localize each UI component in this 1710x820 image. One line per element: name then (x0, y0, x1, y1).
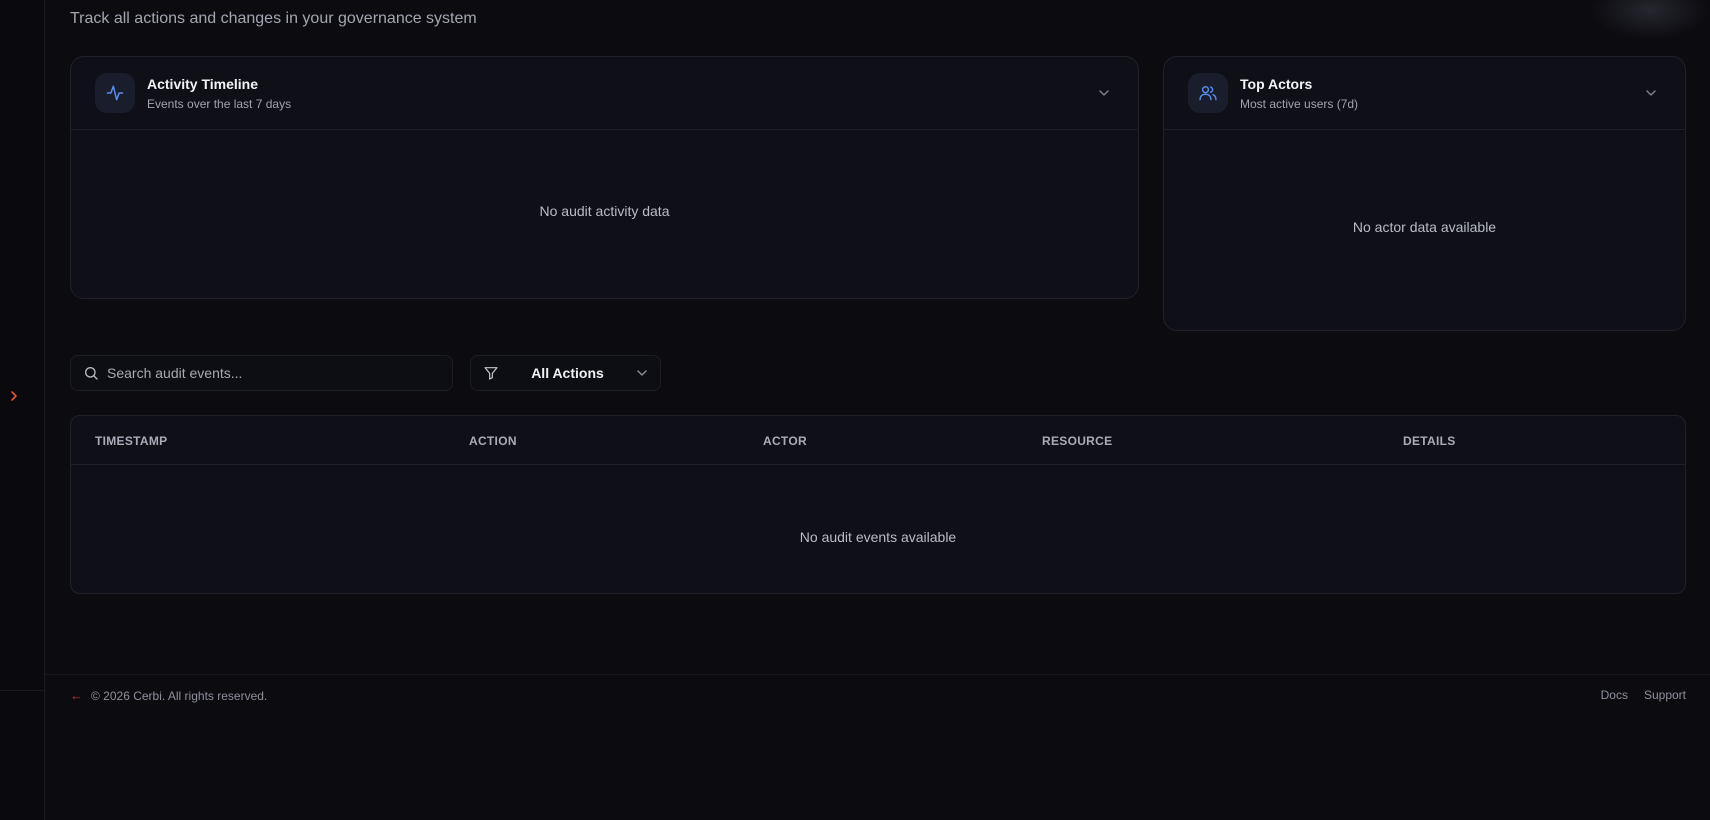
chevron-right-icon (11, 391, 17, 401)
table-header-row: TIMESTAMP ACTION ACTOR RESOURCE DETAILS (71, 416, 1685, 465)
sidebar-divider (0, 690, 45, 691)
activity-timeline-title: Activity Timeline (147, 75, 259, 92)
activity-timeline-collapse-button[interactable] (1094, 83, 1114, 103)
users-icon (1199, 86, 1217, 101)
table-empty-state: No audit events available (799, 529, 957, 545)
top-actors-card: Top Actors Most active users (7d) No act… (1163, 56, 1686, 331)
activity-empty-state: No audit activity data (539, 203, 670, 219)
users-icon-wrap (1188, 73, 1228, 113)
action-filter-select[interactable]: All Actions (470, 355, 661, 391)
activity-timeline-card: Activity Timeline Events over the last 7… (70, 56, 1139, 299)
activity-icon (106, 85, 124, 101)
audit-events-table: TIMESTAMP ACTION ACTOR RESOURCE DETAILS … (70, 415, 1686, 594)
search-icon (85, 367, 98, 380)
footer-left: ← © 2026 Cerbi. All rights reserved. (70, 688, 267, 703)
filter-icon (484, 367, 498, 380)
footer-links: Docs Support (1601, 688, 1686, 702)
top-actors-title: Top Actors (1240, 75, 1313, 92)
footer-divider (45, 674, 1710, 675)
footer-copyright: © 2026 Cerbi. All rights reserved. (91, 688, 268, 703)
action-filter-value: All Actions (531, 365, 604, 381)
top-actors-header[interactable]: Top Actors Most active users (7d) (1164, 57, 1685, 130)
avatar[interactable] (1590, 0, 1710, 40)
sidebar-expand-button[interactable] (4, 384, 24, 408)
chevron-down-icon (1099, 90, 1109, 96)
column-header-resource[interactable]: RESOURCE (1042, 434, 1112, 448)
page-subtitle: Track all actions and changes in your go… (70, 10, 477, 27)
column-header-timestamp[interactable]: TIMESTAMP (95, 434, 167, 448)
top-actors-subtitle: Most active users (7d) (1240, 96, 1359, 111)
actors-empty-state: No actor data available (1352, 219, 1497, 235)
activity-timeline-header[interactable]: Activity Timeline Events over the last 7… (71, 57, 1138, 130)
search-input[interactable] (107, 365, 452, 381)
column-header-actor[interactable]: ACTOR (763, 434, 807, 448)
activity-icon-wrap (95, 73, 135, 113)
column-header-action[interactable]: ACTION (469, 434, 517, 448)
sidebar-rail (0, 0, 45, 820)
chevron-down-icon (1646, 90, 1656, 96)
search-box[interactable] (70, 355, 453, 391)
footer-link-support[interactable]: Support (1644, 688, 1686, 702)
back-arrow-icon[interactable]: ← (70, 688, 83, 703)
column-header-details[interactable]: DETAILS (1403, 434, 1456, 448)
footer-link-docs[interactable]: Docs (1601, 688, 1628, 702)
app-root: Track all actions and changes in your go… (0, 0, 1710, 820)
top-actors-collapse-button[interactable] (1641, 83, 1661, 103)
chevron-down-icon (637, 370, 647, 376)
activity-timeline-subtitle: Events over the last 7 days (147, 96, 292, 111)
